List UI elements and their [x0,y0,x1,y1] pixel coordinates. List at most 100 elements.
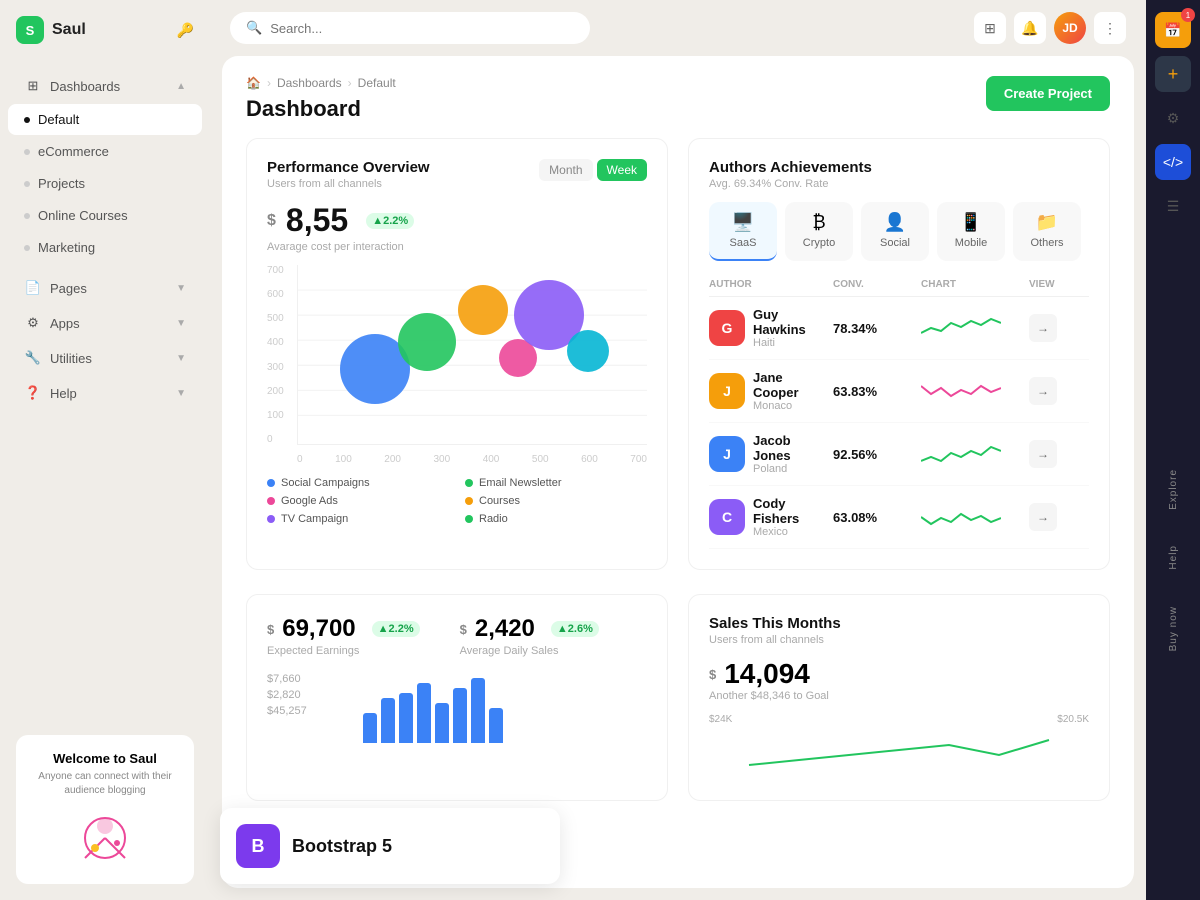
nav-label-dashboards: Dashboards [50,79,120,94]
performance-header: Performance Overview Users from all chan… [267,159,647,190]
bubble-green [398,313,456,371]
footer-title: Welcome to Saul [28,751,182,766]
tab-month[interactable]: Month [539,159,592,181]
topbar: 🔍 ⊞ 🔔 JD ⋮ [210,0,1146,56]
author-info: G Guy Hawkins Haiti [709,307,825,349]
legend-social-campaigns: Social Campaigns [267,477,449,489]
sidebar: S Saul 🔑 ⊞ Dashboards ▲ Default eCommerc… [0,0,210,900]
view-button[interactable]: → [1029,440,1057,468]
legend-radio: Radio [465,513,647,525]
help-label[interactable]: Help [1168,539,1179,576]
bootstrap-title: Bootstrap 5 [292,836,392,857]
metric-value: 8,55 [286,202,348,239]
author-name: Jane Cooper [753,370,825,400]
nav-label-projects: Projects [38,176,85,191]
y-label-2: $20.5K [1057,714,1089,725]
tab-mobile-label: Mobile [955,237,987,249]
main-content: 🔍 ⊞ 🔔 JD ⋮ 🏠 › Dashboards › Default Dash… [210,0,1146,900]
view-button[interactable]: → [1029,377,1057,405]
add-btn[interactable]: + [1155,56,1191,92]
bubble-yellow [458,285,508,335]
nav-dot [24,149,30,155]
sidebar-item-pages[interactable]: 📄 Pages ▼ [8,271,202,305]
chevron-down-icon: ▼ [176,283,186,294]
table-row: C Cody Fishers Mexico 63.08% → [709,486,1089,549]
topbar-grid-btn[interactable]: ⊞ [974,12,1006,44]
nav-label-utilities: Utilities [50,351,92,366]
nav-label-apps: Apps [50,316,80,331]
sales-badge: ▲2.6% [551,621,599,637]
menu-btn[interactable]: ☰ [1155,188,1191,224]
sidebar-item-marketing[interactable]: Marketing [8,232,202,263]
sidebar-toggle-icon[interactable]: 🔑 [177,22,194,39]
tab-others[interactable]: 📁 Others [1013,202,1081,261]
breadcrumb: 🏠 › Dashboards › Default [246,76,396,90]
view-button[interactable]: → [1029,503,1057,531]
sidebar-item-default[interactable]: Default [8,104,202,135]
sidebar-item-utilities[interactable]: 🔧 Utilities ▼ [8,341,202,375]
row-value-1: $7,660 [267,673,347,685]
calendar-btn[interactable]: 📅 1 [1155,12,1191,48]
breadcrumb-home-icon: 🏠 [246,76,261,90]
breadcrumb-dashboards[interactable]: Dashboards [277,76,342,90]
help-icon: ❓ [24,384,42,402]
avatar: J [709,373,745,409]
row-value-3: $45,257 [267,705,347,717]
utilities-icon: 🔧 [24,349,42,367]
bar [417,683,431,743]
settings-btn[interactable]: ⚙ [1155,100,1191,136]
sidebar-item-ecommerce[interactable]: eCommerce [8,136,202,167]
saas-icon: 🖥️ [732,212,754,233]
sidebar-item-projects[interactable]: Projects [8,168,202,199]
avg-sales-label: Average Daily Sales [460,645,599,657]
bar [435,703,449,743]
topbar-menu-btn[interactable]: ⋮ [1094,12,1126,44]
authors-subtitle: Avg. 69.34% Conv. Rate [709,178,872,190]
sidebar-item-dashboards[interactable]: ⊞ Dashboards ▲ [8,69,202,103]
explore-label[interactable]: Explore [1168,463,1179,516]
metric-dollar: $ [267,212,276,230]
authors-card: Authors Achievements Avg. 69.34% Conv. R… [688,138,1110,570]
sales-card: Sales This Months Users from all channel… [688,594,1110,801]
nav-dot [24,245,30,251]
avatar: C [709,499,745,535]
table-row: G Guy Hawkins Haiti 78.34% → [709,297,1089,360]
tab-saas[interactable]: 🖥️ SaaS [709,202,777,261]
breadcrumb-sep: › [267,76,271,90]
code-btn[interactable]: </> [1155,144,1191,180]
search-icon: 🔍 [246,20,262,36]
view-button[interactable]: → [1029,314,1057,342]
breadcrumb-current: Default [358,76,396,90]
earnings-label: Expected Earnings [267,645,420,657]
period-tabs: Month Week [539,159,647,181]
conv-value: 92.56% [833,447,913,462]
sidebar-item-help[interactable]: ❓ Help ▼ [8,376,202,410]
avatar: J [709,436,745,472]
footer-illustration [65,808,145,868]
tab-mobile[interactable]: 📱 Mobile [937,202,1005,261]
sales-chart [709,725,1089,775]
menu-icon: ☰ [1167,198,1180,215]
table-row: J Jane Cooper Monaco 63.83% → [709,360,1089,423]
create-project-button[interactable]: Create Project [986,76,1110,111]
search-input[interactable] [270,21,574,36]
topbar-notification-btn[interactable]: 🔔 [1014,12,1046,44]
author-info: J Jacob Jones Poland [709,433,825,475]
y-axis-labels: 7006005004003002001000 [267,265,297,445]
chart-area [297,265,647,445]
content-area: 🏠 › Dashboards › Default Dashboard Creat… [222,56,1134,888]
tab-week[interactable]: Week [597,159,647,181]
sidebar-item-apps[interactable]: ⚙ Apps ▼ [8,306,202,340]
legend-courses: Courses [465,495,647,507]
sidebar-item-online-courses[interactable]: Online Courses [8,200,202,231]
bar [453,688,467,743]
buy-now-label[interactable]: Buy now [1168,600,1179,657]
search-box[interactable]: 🔍 [230,12,590,44]
tab-social[interactable]: 👤 Social [861,202,929,261]
nav-label-online-courses: Online Courses [38,208,128,223]
tab-crypto[interactable]: ₿ Crypto [785,202,853,261]
tab-others-label: Others [1030,237,1063,249]
topbar-avatar[interactable]: JD [1054,12,1086,44]
author-info: J Jane Cooper Monaco [709,370,825,412]
page-title: Dashboard [246,96,396,122]
